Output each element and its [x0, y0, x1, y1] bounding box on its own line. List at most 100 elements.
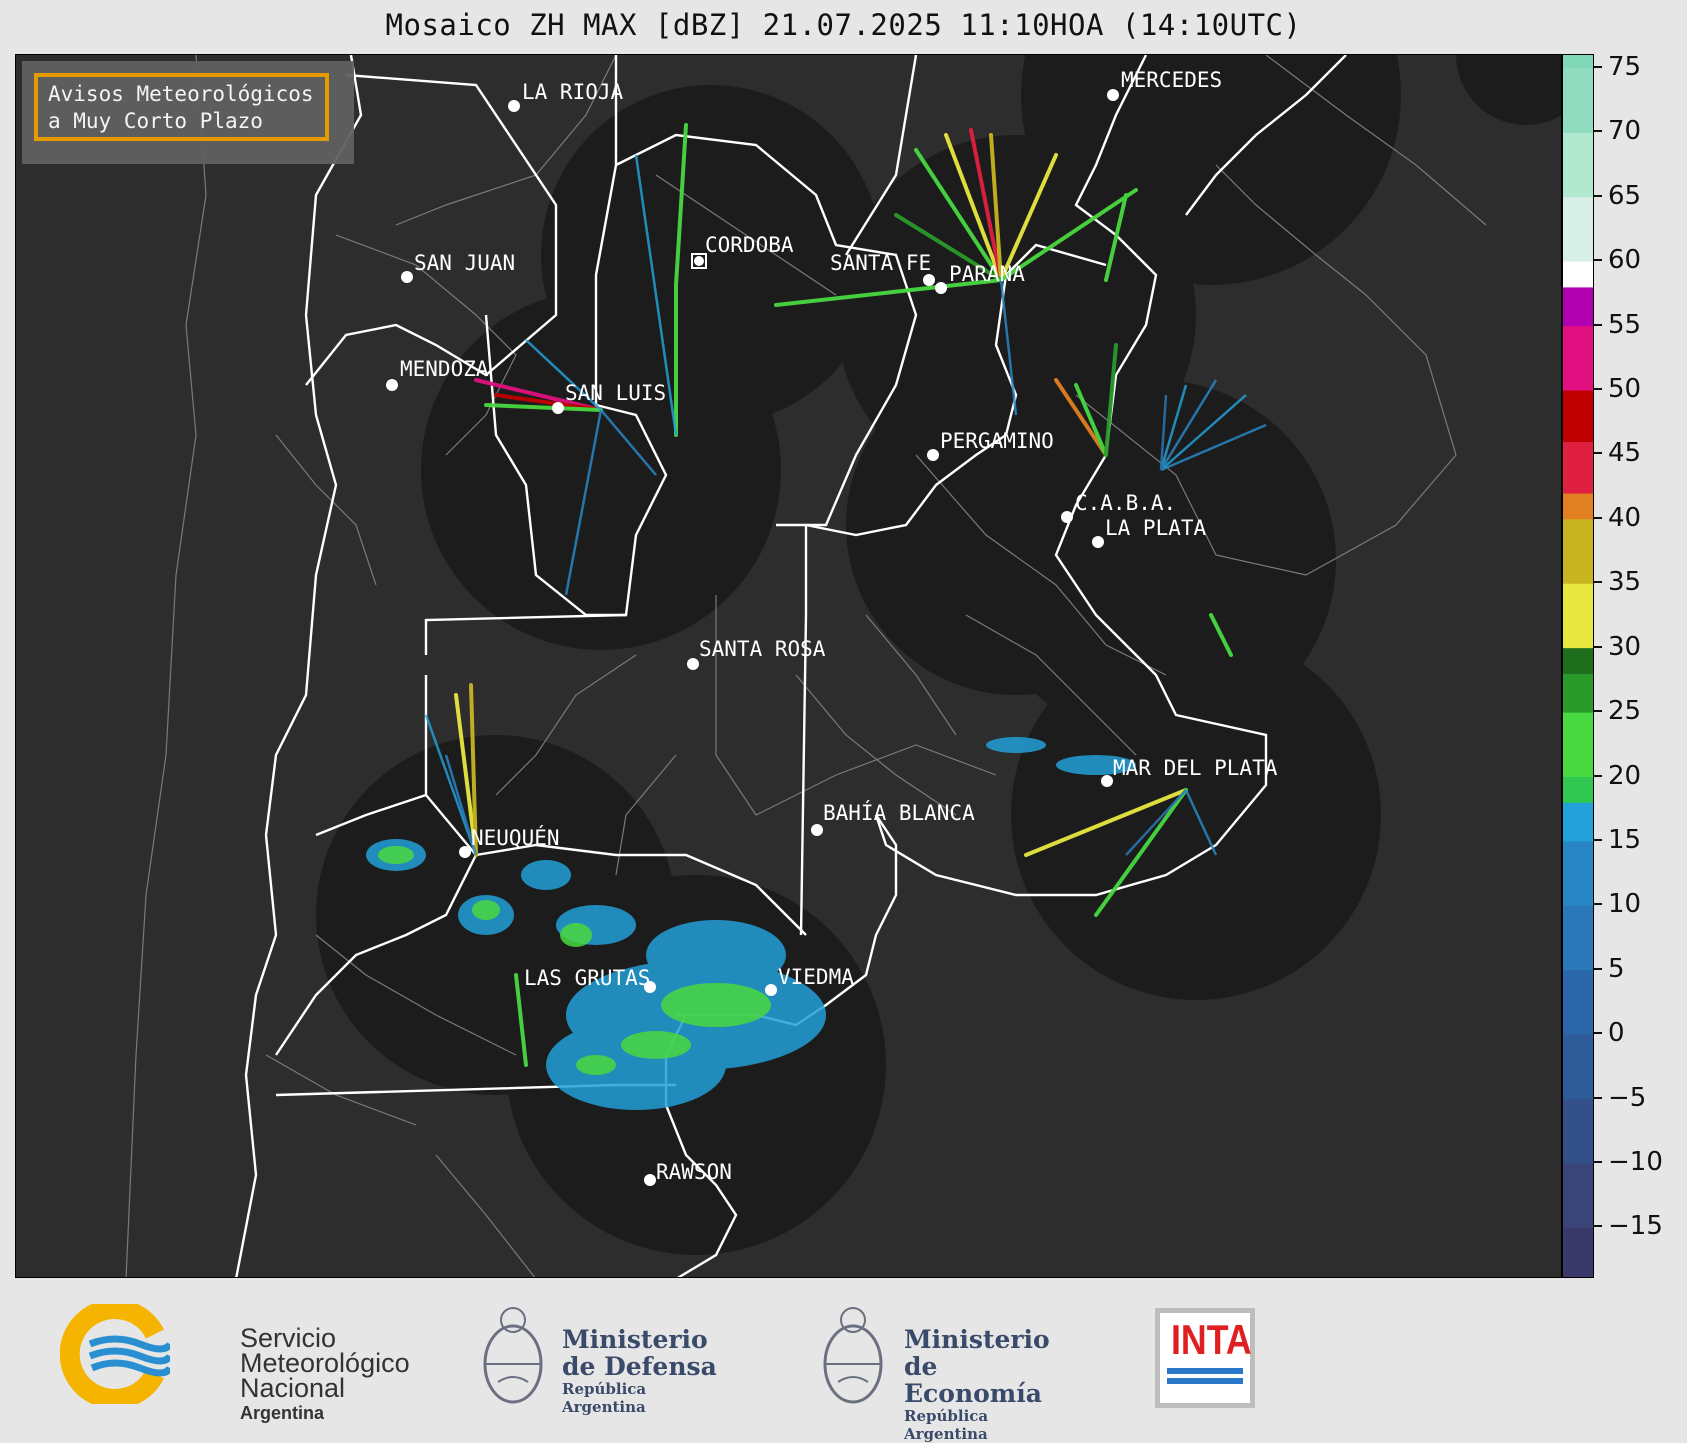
colorbar-segment: [1563, 286, 1593, 327]
svg-text:MAR DEL PLATA: MAR DEL PLATA: [1113, 756, 1278, 780]
colorbar-segment: [1563, 776, 1593, 803]
svg-text:LAS GRUTAS: LAS GRUTAS: [524, 966, 650, 990]
colorbar-tick: [1594, 194, 1602, 197]
coat-of-arms-icon: [823, 1307, 883, 1404]
city-san-juan: SAN JUAN: [401, 251, 515, 283]
svg-text:CORDOBA: CORDOBA: [705, 233, 794, 257]
colorbar-tick: [1594, 967, 1602, 970]
colorbar-segment: [1563, 493, 1593, 520]
colorbar-ticks: 75 70 65 60 55 50 45 40 35 30 25 20 15 10 5 0 −5 −10 −15: [1594, 51, 1684, 1278]
svg-text:VIEDMA: VIEDMA: [778, 965, 854, 989]
smn-line3: Nacional: [240, 1373, 346, 1403]
avisos-line2: a Muy Corto Plazo: [48, 109, 263, 133]
colorbar-tick-label: 0: [1608, 1018, 1625, 1049]
colorbar-segment: [1563, 905, 1593, 971]
svg-text:LA RIOJA: LA RIOJA: [522, 80, 624, 104]
smn-icon: [60, 1304, 170, 1404]
svg-text:PERGAMINO: PERGAMINO: [940, 429, 1054, 453]
colorbar-segment: [1563, 389, 1593, 443]
economia-logo[interactable]: Ministerio de Economía República Argenti…: [818, 1302, 1068, 1443]
colorbar-tick-label: 15: [1608, 824, 1642, 855]
colorbar-tick-label: 45: [1608, 438, 1642, 469]
colorbar-segment: [1563, 969, 1593, 1035]
svg-text:PARANA: PARANA: [949, 262, 1025, 286]
defensa-line2: de Defensa: [562, 1352, 717, 1381]
svg-text:MERCEDES: MERCEDES: [1121, 68, 1222, 92]
economia-line2: de Economía: [904, 1352, 1042, 1408]
city-rawson: RAWSON: [644, 1160, 732, 1186]
colorbar-tick: [1594, 130, 1602, 133]
map-title: Mosaico ZH MAX [dBZ] 21.07.2025 11:10HOA…: [385, 8, 1302, 42]
colorbar-tick-label: 55: [1608, 309, 1642, 340]
defensa-line3: República Argentina: [562, 1380, 647, 1416]
colorbar-tick: [1594, 452, 1602, 455]
svg-text:MENDOZA: MENDOZA: [400, 357, 489, 381]
defensa-logo[interactable]: Ministerio de Defensa República Argentin…: [478, 1302, 718, 1417]
inta-logo[interactable]: INTA: [1155, 1308, 1255, 1408]
colorbar-tick: [1594, 903, 1602, 906]
colorbar-segment: [1563, 1098, 1593, 1164]
colorbar-tick: [1594, 516, 1602, 519]
colorbar-segment: [1563, 67, 1593, 133]
colorbar-segment: [1563, 712, 1593, 778]
colorbar-tick-label: 60: [1608, 245, 1642, 276]
smn-line4: Argentina: [240, 1403, 325, 1423]
colorbar-segment: [1563, 518, 1593, 584]
colorbar-segment: [1563, 802, 1593, 842]
map-canvas: LA RIOJA MERCEDES CORDOBA SAN JUAN SANTA…: [125, 55, 1561, 1277]
colorbar-tick: [1594, 838, 1602, 841]
colorbar-segment: [1563, 647, 1593, 674]
colorbar-segment: [1563, 196, 1593, 262]
colorbar-tick-label: 10: [1608, 889, 1642, 920]
colorbar-tick: [1594, 323, 1602, 326]
colorbar-tick-label: 20: [1608, 760, 1642, 791]
colorbar-segment: [1563, 55, 1593, 69]
colorbar-tick: [1594, 1225, 1602, 1228]
svg-text:RAWSON: RAWSON: [656, 1160, 732, 1184]
radar-coverage: [316, 55, 1561, 1255]
defensa-line1: Ministerio: [562, 1325, 708, 1354]
colorbar-tick: [1594, 645, 1602, 648]
colorbar-gradient: [1563, 55, 1593, 1277]
economia-line1: Ministerio: [904, 1325, 1050, 1354]
colorbar-segment: [1563, 132, 1593, 198]
svg-text:BAHÍA BLANCA: BAHÍA BLANCA: [823, 800, 975, 825]
colorbar-segment: [1563, 325, 1593, 391]
colorbar-tick: [1594, 710, 1602, 713]
colorbar-tick-label: 75: [1608, 51, 1642, 82]
colorbar-tick-label: 70: [1608, 116, 1642, 147]
colorbar-tick-label: 65: [1608, 180, 1642, 211]
radar-map[interactable]: LA RIOJA MERCEDES CORDOBA SAN JUAN SANTA…: [15, 54, 1562, 1278]
footer-logos: Servicio Meteorológico Nacional Argentin…: [0, 1282, 1687, 1443]
svg-text:NEUQUÉN: NEUQUÉN: [471, 825, 560, 850]
colorbar-tick-label: 40: [1608, 502, 1642, 533]
smn-logo[interactable]: Servicio Meteorológico Nacional Argentin…: [60, 1304, 480, 1423]
svg-text:LA PLATA: LA PLATA: [1105, 516, 1207, 540]
colorbar-tick: [1594, 387, 1602, 390]
colorbar-tick: [1594, 1032, 1602, 1035]
colorbar-tick-label: 25: [1608, 696, 1642, 727]
colorbar-tick-label: 5: [1608, 953, 1625, 984]
avisos-box[interactable]: Avisos Meteorológicos a Muy Corto Plazo: [22, 61, 354, 164]
colorbar-segment: [1563, 1034, 1593, 1100]
avisos-frame: Avisos Meteorológicos a Muy Corto Plazo: [34, 73, 329, 141]
colorbar-tick-label: 35: [1608, 567, 1642, 598]
colorbar-tick: [1594, 1096, 1602, 1099]
colorbar: [1562, 54, 1594, 1278]
colorbar-segment: [1563, 441, 1593, 494]
colorbar-tick-label: 30: [1608, 631, 1642, 662]
svg-text:SANTA ROSA: SANTA ROSA: [699, 637, 826, 661]
colorbar-tick-label: −5: [1608, 1082, 1647, 1113]
svg-text:SANTA FE: SANTA FE: [830, 251, 931, 275]
colorbar-segment: [1563, 673, 1593, 713]
avisos-line1: Avisos Meteorológicos: [48, 82, 314, 106]
svg-text:SAN JUAN: SAN JUAN: [414, 251, 515, 275]
colorbar-segment: [1563, 1227, 1593, 1277]
city-la-rioja: LA RIOJA: [508, 80, 624, 112]
coat-of-arms-icon: [483, 1307, 543, 1404]
colorbar-tick-label: −15: [1608, 1211, 1663, 1242]
colorbar-tick: [1594, 774, 1602, 777]
colorbar-tick: [1594, 65, 1602, 68]
city-las-grutas: LAS GRUTAS: [524, 966, 656, 993]
colorbar-tick: [1594, 259, 1602, 262]
